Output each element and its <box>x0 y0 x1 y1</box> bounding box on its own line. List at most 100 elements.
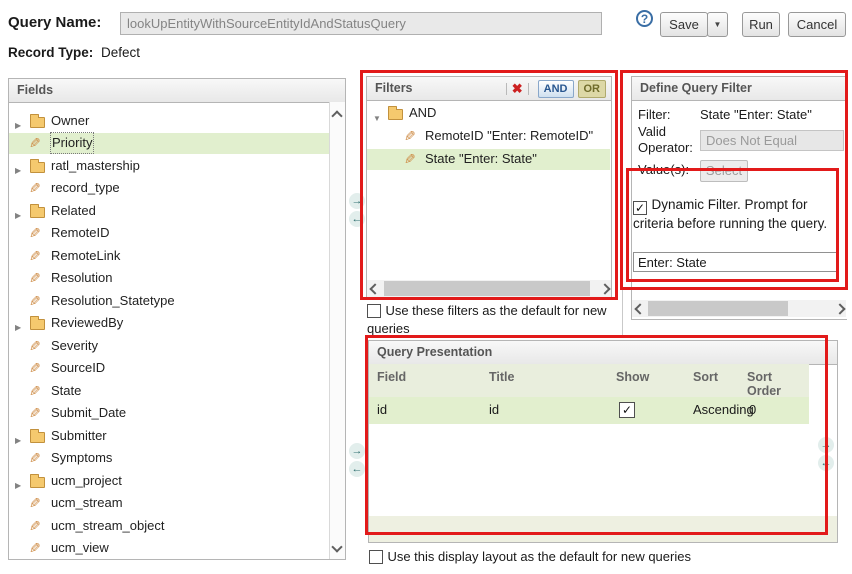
pencil-icon: ✎ <box>29 268 41 288</box>
filter-label: Filter: <box>638 107 700 123</box>
presentation-row-id[interactable]: id id ✓ Ascending 0 <box>369 397 809 424</box>
query-editor: Query Name: ? Save ▼ Run Cancel Record T… <box>0 0 852 574</box>
field-item-sourceid[interactable]: ✎SourceID <box>9 358 329 379</box>
move-left-button[interactable]: ← <box>818 455 834 471</box>
pencil-icon: ✎ <box>404 149 416 169</box>
field-item-remoteid[interactable]: ✎RemoteID <box>9 223 329 244</box>
move-left-button[interactable]: ← <box>349 211 365 227</box>
fields-tree: ✎ ▶Owner ✎ Priority ▶ratl_mastership ✎rec… <box>9 103 329 558</box>
filter-value: State "Enter: State" <box>700 107 812 122</box>
valid-operator-select[interactable]: Does Not Equal <box>700 130 844 151</box>
select-values-button[interactable]: Select <box>700 160 748 182</box>
field-item-symptoms[interactable]: ✎Symptoms <box>9 448 329 469</box>
checkbox-checked[interactable]: ✓ <box>633 201 647 215</box>
divider <box>506 83 507 95</box>
move-right-button[interactable]: → <box>349 443 365 459</box>
pencil-icon: ✎ <box>29 291 41 311</box>
filter-group-and[interactable]: ▼ AND <box>367 103 610 124</box>
column-sort[interactable]: Sort <box>693 370 718 384</box>
fields-scrollbar[interactable] <box>329 102 345 559</box>
help-icon[interactable]: ? <box>636 10 653 27</box>
save-dropdown-button[interactable]: ▼ <box>707 12 728 37</box>
field-item-priority[interactable]: ✎ Priority <box>9 133 329 154</box>
field-item-submit-date[interactable]: ✎Submit_Date <box>9 403 329 424</box>
field-item-label: ucm_project <box>51 471 122 491</box>
define-hscrollbar[interactable] <box>632 300 846 317</box>
expand-icon[interactable]: ▶ <box>15 318 21 338</box>
and-button[interactable]: AND <box>538 80 574 98</box>
dynamic-filter-label: Dynamic Filter. Prompt for criteria befo… <box>633 197 827 231</box>
chevron-down-icon: ▼ <box>708 13 727 36</box>
field-item-label: RemoteLink <box>51 246 120 266</box>
filter-item-label: State "Enter: State" <box>425 149 537 169</box>
field-item-ucm-stream[interactable]: ✎ ucm_stream <box>9 493 329 514</box>
column-show[interactable]: Show <box>616 370 649 384</box>
move-left-button[interactable]: ← <box>349 461 365 477</box>
move-right-button[interactable]: → <box>349 193 365 209</box>
field-item-reviewedby[interactable]: ▶ReviewedBy <box>9 313 329 334</box>
field-item-label: RemoteID <box>51 223 110 243</box>
valid-operator-label: Valid Operator: <box>638 124 700 156</box>
field-item-ucm-stream-object[interactable]: ✎ucm_stream_object <box>9 516 329 537</box>
field-item-label: Priority <box>51 133 93 153</box>
record-type-label: Record Type: <box>8 45 93 60</box>
show-checkbox-checked[interactable]: ✓ <box>619 402 635 418</box>
field-item-label: State <box>51 381 81 401</box>
scrollbar-thumb[interactable] <box>648 301 788 316</box>
field-item-ucm-view[interactable]: ✎ucm_view <box>9 538 329 558</box>
checkbox-unchecked[interactable] <box>367 304 381 318</box>
dynamic-filter-input[interactable] <box>633 252 839 272</box>
save-button[interactable]: Save <box>660 12 708 37</box>
field-item-label: Submit_Date <box>51 403 126 423</box>
or-button[interactable]: OR <box>578 80 607 98</box>
pencil-icon: ✎ <box>29 103 41 104</box>
pencil-icon: ✎ <box>29 493 41 513</box>
field-item-label: Resolution <box>51 268 112 288</box>
column-sort-order[interactable]: Sort Order <box>747 370 789 398</box>
cell-sort[interactable]: Ascending <box>693 402 754 417</box>
field-item-resolution-statetype[interactable]: ✎Resolution_Statetype <box>9 291 329 312</box>
field-item-label: Related <box>51 201 96 221</box>
field-item-label: ucm_stream <box>51 493 123 513</box>
field-item-remotelink[interactable]: ✎RemoteLink <box>9 246 329 267</box>
filter-item-state[interactable]: ✎ State "Enter: State" <box>367 149 610 170</box>
divider <box>622 76 623 338</box>
cell-sort-order[interactable]: 0 <box>749 402 756 417</box>
presentation-default-checkbox-label: Use this display layout as the default f… <box>387 549 691 564</box>
dynamic-filter-row[interactable]: ✓ Dynamic Filter. Prompt for criteria be… <box>633 196 835 233</box>
cancel-button[interactable]: Cancel <box>788 12 846 37</box>
field-item-record-type[interactable]: ✎record_type <box>9 178 329 199</box>
pencil-icon: ✎ <box>29 133 41 153</box>
filters-hscrollbar[interactable] <box>367 280 611 297</box>
cell-title: id <box>489 402 499 417</box>
filters-default-checkbox-row[interactable]: Use these filters as the default for new… <box>367 302 615 338</box>
divider <box>528 83 529 95</box>
presentation-default-checkbox-row[interactable]: Use this display layout as the default f… <box>369 548 839 566</box>
field-item-state[interactable]: ✎State <box>9 381 329 402</box>
field-item-ratl-mastership[interactable]: ▶ratl_mastership <box>9 156 329 177</box>
filter-item-remoteid[interactable]: ✎ RemoteID "Enter: RemoteID" <box>367 126 610 147</box>
field-item-label: ucm_view <box>51 538 109 558</box>
column-title[interactable]: Title <box>489 370 514 384</box>
field-item-submitter[interactable]: ▶Submitter <box>9 426 329 447</box>
field-item-ucm-project[interactable]: ▶ucm_project <box>9 471 329 492</box>
field-item-label: SourceID <box>51 358 105 378</box>
filter-group-label: AND <box>409 103 436 123</box>
move-right-button[interactable]: → <box>818 437 834 453</box>
query-name-input[interactable] <box>120 12 602 35</box>
run-button[interactable]: Run <box>742 12 780 37</box>
filters-default-checkbox-label: Use these filters as the default for new… <box>367 303 607 336</box>
cell-field: id <box>377 402 387 417</box>
scrollbar-thumb[interactable] <box>384 281 590 296</box>
field-item-related[interactable]: ▶Related <box>9 201 329 222</box>
pencil-icon: ✎ <box>29 336 41 356</box>
checkbox-unchecked[interactable] <box>369 550 383 564</box>
delete-filter-icon[interactable]: ✖ <box>512 81 523 97</box>
column-field[interactable]: Field <box>377 370 406 384</box>
field-item-label: Submitter <box>51 426 107 446</box>
field-item-severity[interactable]: ✎Severity <box>9 336 329 357</box>
field-item-resolution[interactable]: ✎ Resolution <box>9 268 329 289</box>
field-item-owner[interactable]: ▶Owner <box>9 111 329 132</box>
cancel-button-label: Cancel <box>789 13 845 36</box>
folder-icon <box>30 162 45 173</box>
